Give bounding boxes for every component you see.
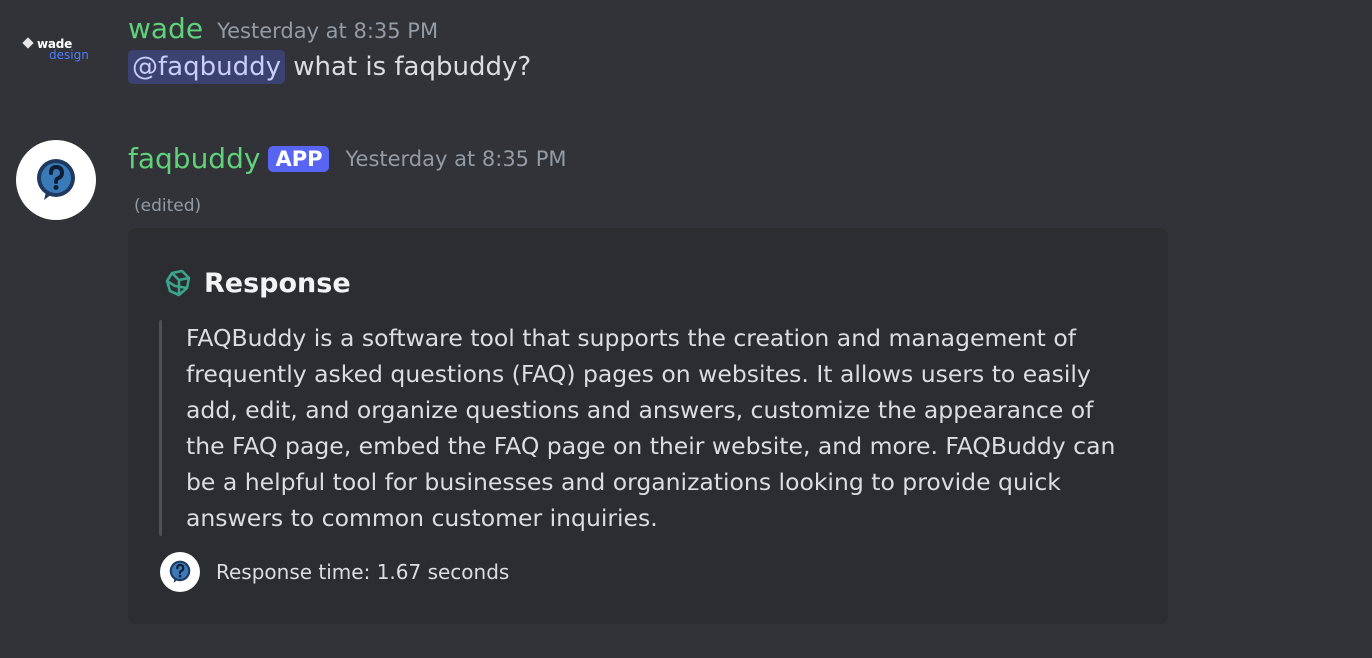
message-content: @faqbuddy what is faqbuddy? bbox=[128, 50, 531, 84]
response-embed: Response FAQBuddy is a software tool tha… bbox=[128, 228, 1168, 624]
embed-title-row: Response bbox=[162, 266, 351, 300]
username[interactable]: wade bbox=[128, 12, 203, 45]
response-time-text: Response time: 1.67 seconds bbox=[216, 560, 510, 584]
wade-logo-subtext: design bbox=[49, 48, 89, 62]
embed-description: FAQBuddy is a software tool that support… bbox=[186, 324, 1116, 532]
message-header: faqbuddy APP Yesterday at 8:35 PM bbox=[128, 142, 567, 175]
embed-title: Response bbox=[204, 267, 351, 299]
user-mention[interactable]: @faqbuddy bbox=[128, 50, 285, 84]
cube-icon bbox=[22, 37, 34, 49]
edited-label: (edited) bbox=[134, 196, 202, 216]
message-header: wade Yesterday at 8:35 PM bbox=[128, 12, 438, 45]
embed-footer: Response time: 1.67 seconds bbox=[160, 552, 509, 592]
openai-knot-icon bbox=[165, 269, 191, 297]
timestamp[interactable]: Yesterday at 8:35 PM bbox=[217, 19, 438, 43]
timestamp[interactable]: Yesterday at 8:35 PM bbox=[345, 147, 566, 171]
app-badge: APP bbox=[268, 145, 330, 172]
question-bubble-icon bbox=[169, 560, 191, 583]
bot-username[interactable]: faqbuddy bbox=[128, 142, 260, 175]
footer-avatar bbox=[160, 552, 200, 592]
quote-bar bbox=[159, 320, 162, 536]
chat-view: wade design wade Yesterday at 8:35 PM @fa… bbox=[0, 0, 1372, 658]
bot-avatar[interactable] bbox=[16, 140, 96, 220]
message-text: what is faqbuddy? bbox=[284, 52, 532, 82]
wade-avatar[interactable]: wade design bbox=[18, 30, 98, 70]
question-bubble-icon bbox=[37, 159, 75, 200]
